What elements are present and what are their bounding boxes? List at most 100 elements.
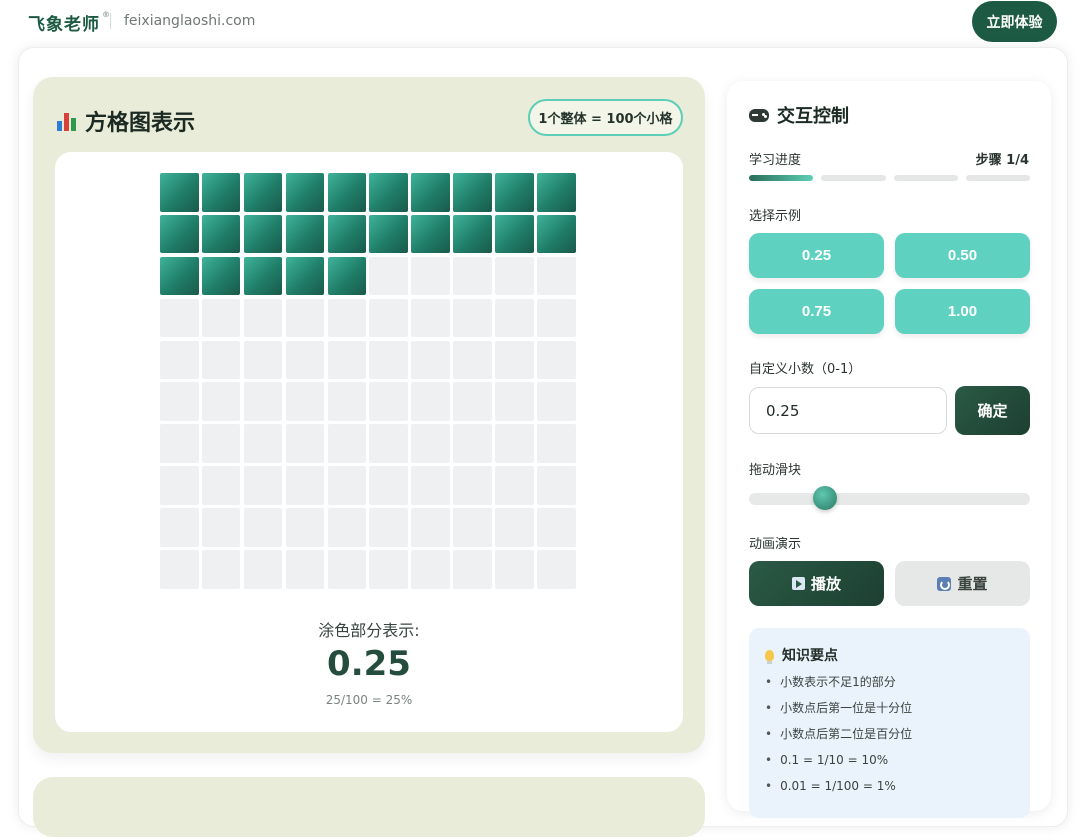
- grid-cell[interactable]: [369, 508, 408, 547]
- example-button-0-75[interactable]: 0.75: [749, 289, 884, 334]
- grid-cell[interactable]: [327, 340, 367, 380]
- grid-cell[interactable]: [369, 256, 408, 296]
- grid-cell[interactable]: [537, 550, 576, 589]
- grid-cell[interactable]: [411, 550, 450, 589]
- grid-cell[interactable]: [495, 298, 534, 338]
- grid-cell-filled[interactable]: [327, 256, 367, 296]
- grid-cell[interactable]: [453, 550, 492, 589]
- grid-cell[interactable]: [201, 550, 241, 589]
- grid-cell-filled[interactable]: [369, 173, 408, 212]
- grid-cell[interactable]: [201, 382, 241, 421]
- grid-cell[interactable]: [201, 424, 241, 463]
- grid-cell[interactable]: [243, 382, 283, 421]
- grid-cell[interactable]: [537, 382, 576, 421]
- grid-cell[interactable]: [327, 298, 367, 338]
- grid-cell-filled[interactable]: [453, 214, 492, 254]
- grid-cell[interactable]: [369, 382, 408, 421]
- grid-cell[interactable]: [411, 340, 450, 380]
- grid-cell[interactable]: [201, 298, 241, 338]
- play-button[interactable]: 播放: [749, 561, 884, 606]
- grid-cell[interactable]: [327, 508, 367, 547]
- grid-cell-filled[interactable]: [327, 214, 367, 254]
- grid-cell-filled[interactable]: [160, 214, 199, 254]
- grid-cell[interactable]: [160, 298, 199, 338]
- confirm-button[interactable]: 确定: [955, 386, 1030, 435]
- grid-cell[interactable]: [537, 424, 576, 463]
- reset-button[interactable]: 重置: [895, 561, 1030, 606]
- grid-cell-filled[interactable]: [453, 173, 492, 212]
- grid-cell[interactable]: [285, 508, 325, 547]
- grid-cell[interactable]: [160, 382, 199, 421]
- grid-cell[interactable]: [495, 550, 534, 589]
- grid-cell[interactable]: [537, 508, 576, 547]
- grid-cell[interactable]: [495, 256, 534, 296]
- grid-cell[interactable]: [285, 424, 325, 463]
- grid-cell-filled[interactable]: [201, 256, 241, 296]
- grid-cell-filled[interactable]: [243, 173, 283, 212]
- grid-cell[interactable]: [243, 424, 283, 463]
- grid-cell[interactable]: [160, 550, 199, 589]
- grid-cell[interactable]: [411, 508, 450, 547]
- grid-cell-filled[interactable]: [243, 214, 283, 254]
- grid-cell[interactable]: [285, 298, 325, 338]
- grid-cell[interactable]: [327, 382, 367, 421]
- grid-cell-filled[interactable]: [411, 214, 450, 254]
- try-now-button[interactable]: 立即体验: [972, 1, 1057, 42]
- grid-cell[interactable]: [369, 466, 408, 505]
- grid-cell[interactable]: [411, 298, 450, 338]
- grid-cell[interactable]: [453, 382, 492, 421]
- grid-cell[interactable]: [495, 424, 534, 463]
- grid-cell[interactable]: [537, 298, 576, 338]
- grid-cell[interactable]: [243, 508, 283, 547]
- grid-cell[interactable]: [453, 466, 492, 505]
- grid-cell-filled[interactable]: [160, 173, 199, 212]
- grid-cell[interactable]: [369, 550, 408, 589]
- grid-cell[interactable]: [495, 466, 534, 505]
- grid-cell[interactable]: [537, 340, 576, 380]
- grid-cell[interactable]: [201, 508, 241, 547]
- grid-cell-filled[interactable]: [285, 173, 325, 212]
- grid-cell[interactable]: [453, 298, 492, 338]
- grid-cell[interactable]: [243, 340, 283, 380]
- grid-cell-filled[interactable]: [495, 214, 534, 254]
- grid-cell[interactable]: [285, 340, 325, 380]
- grid-cell[interactable]: [495, 340, 534, 380]
- example-button-1-00[interactable]: 1.00: [895, 289, 1030, 334]
- grid-cell-filled[interactable]: [327, 173, 367, 212]
- grid-cell[interactable]: [495, 508, 534, 547]
- grid-cell[interactable]: [411, 424, 450, 463]
- grid-cell[interactable]: [285, 466, 325, 505]
- grid-cell[interactable]: [243, 466, 283, 505]
- grid-cell[interactable]: [453, 340, 492, 380]
- hundred-grid[interactable]: [160, 173, 578, 591]
- grid-cell-filled[interactable]: [201, 173, 241, 212]
- grid-cell[interactable]: [327, 550, 367, 589]
- grid-cell[interactable]: [285, 550, 325, 589]
- grid-cell[interactable]: [411, 466, 450, 505]
- decimal-slider-thumb[interactable]: [813, 486, 838, 510]
- grid-cell[interactable]: [160, 424, 199, 463]
- grid-cell-filled[interactable]: [537, 173, 576, 212]
- grid-cell[interactable]: [537, 256, 576, 296]
- grid-cell[interactable]: [160, 340, 199, 380]
- grid-cell-filled[interactable]: [537, 214, 576, 254]
- grid-cell[interactable]: [369, 424, 408, 463]
- decimal-slider-track[interactable]: [749, 493, 1030, 505]
- grid-cell-filled[interactable]: [243, 256, 283, 296]
- grid-cell[interactable]: [537, 466, 576, 505]
- brand-logo[interactable]: 飞象老师®: [28, 10, 111, 35]
- grid-cell[interactable]: [369, 298, 408, 338]
- grid-cell[interactable]: [201, 340, 241, 380]
- grid-cell[interactable]: [243, 298, 283, 338]
- grid-cell[interactable]: [453, 256, 492, 296]
- grid-cell-filled[interactable]: [160, 256, 199, 296]
- grid-cell[interactable]: [411, 256, 450, 296]
- grid-cell-filled[interactable]: [495, 173, 534, 212]
- grid-cell[interactable]: [327, 424, 367, 463]
- grid-cell[interactable]: [243, 550, 283, 589]
- grid-cell-filled[interactable]: [201, 214, 241, 254]
- grid-cell[interactable]: [201, 466, 241, 505]
- grid-cell-filled[interactable]: [369, 214, 408, 254]
- grid-cell-filled[interactable]: [411, 173, 450, 212]
- grid-cell[interactable]: [453, 424, 492, 463]
